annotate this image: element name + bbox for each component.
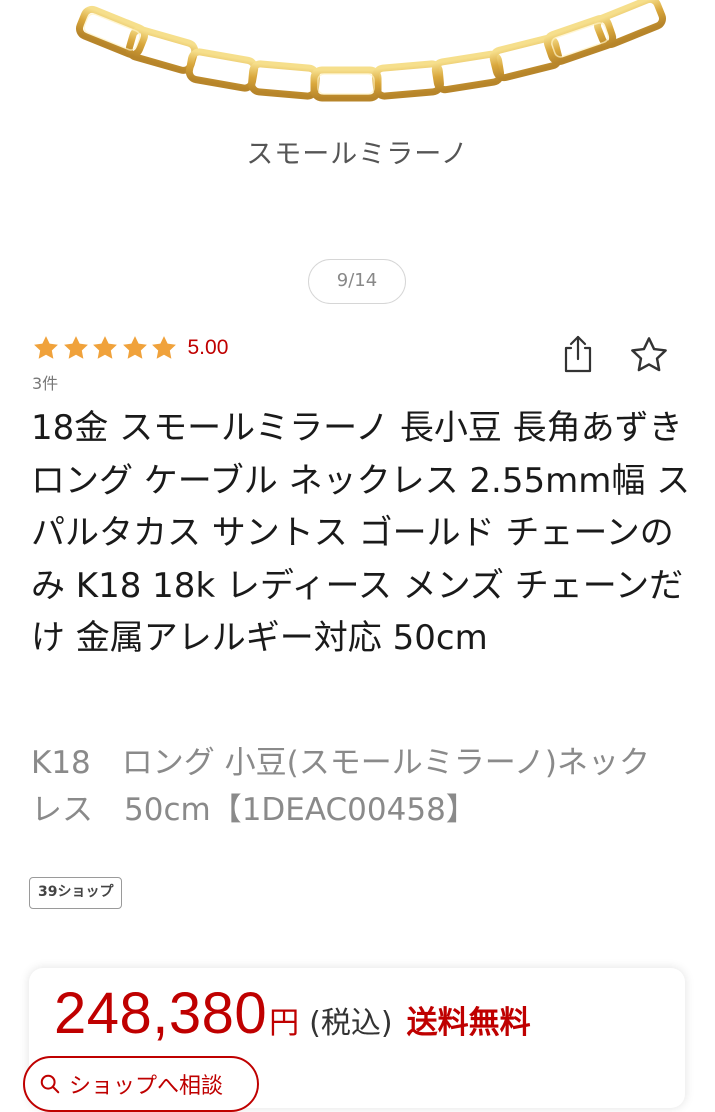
shop-badge: 39ショップ xyxy=(29,877,123,909)
star-icon xyxy=(34,336,58,359)
share-button[interactable] xyxy=(560,333,596,375)
product-title: 18金 スモールミラーノ 長小豆 長角あずき ロング ケーブル ネックレス 2.… xyxy=(31,408,691,658)
price-amount: 248,380 xyxy=(54,981,268,1046)
product-image-area[interactable]: スモールミラーノ xyxy=(0,0,715,245)
favorite-button[interactable] xyxy=(628,334,670,376)
chain-necklace-image xyxy=(75,0,667,102)
image-caption: スモールミラーノ xyxy=(246,139,469,170)
price-row: 248,380 円 (税込) 送料無料 xyxy=(54,980,531,1047)
review-count[interactable]: 3件 xyxy=(32,370,58,394)
tax-note: (税込) xyxy=(309,1006,393,1041)
consult-label: ショップへ相談 xyxy=(69,1074,224,1099)
search-icon xyxy=(40,1074,60,1094)
star-icon xyxy=(152,336,176,359)
star-icon xyxy=(93,336,117,359)
consult-shop-button[interactable]: ショップへ相談 xyxy=(23,1056,259,1112)
price-card: 248,380 円 (税込) 送料無料 ショップへ相談 xyxy=(23,968,685,1112)
star-outline-icon xyxy=(631,337,667,372)
star-icon xyxy=(63,336,88,359)
image-pager: 9/14 xyxy=(308,259,406,304)
share-icon xyxy=(564,335,592,373)
price-currency: 円 xyxy=(269,1006,300,1041)
rating-stars xyxy=(32,334,180,362)
star-icon xyxy=(122,336,147,359)
free-shipping-label: 送料無料 xyxy=(406,1005,531,1041)
rating-row[interactable]: 5.00 xyxy=(32,332,228,364)
product-subtitle: K18 ロング 小豆(スモールミラーノ)ネックレス 50cm【1DEAC0045… xyxy=(31,745,650,828)
rating-value: 5.00 xyxy=(187,336,229,359)
